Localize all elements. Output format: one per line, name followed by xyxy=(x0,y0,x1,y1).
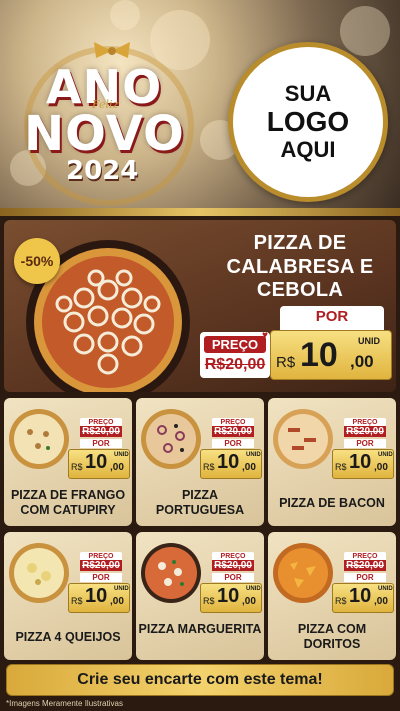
por-label: POR xyxy=(344,573,386,582)
old-price: R$20,00 xyxy=(212,426,254,437)
currency-symbol: R$ xyxy=(276,354,296,371)
new-price-integer: 10 xyxy=(349,451,372,473)
doritos-pizza-image xyxy=(273,543,333,603)
product-card[interactable]: PREÇO R$20,00 POR R$ 10 ,00 UNID PIZZA P… xyxy=(136,398,264,526)
currency-symbol: R$ xyxy=(71,462,83,472)
ribbon-bow-icon xyxy=(94,42,130,58)
title-year: 2024 xyxy=(66,156,139,186)
marguerita-pizza-image xyxy=(141,543,201,603)
header-banner: ANO Feliz NOVO 2024 SUA LOGO AQUI xyxy=(0,0,400,210)
quatro-queijos-pizza-image xyxy=(9,543,69,603)
title-novo: NOVO xyxy=(24,106,185,162)
product-name: PIZZA PORTUGUESA xyxy=(155,488,245,517)
featured-product-name: PIZZA DE CALABRESA E CEBOLA xyxy=(210,232,390,303)
portuguesa-pizza-image xyxy=(141,409,201,469)
old-price: R$20,00 xyxy=(344,426,386,437)
preco-label: PREÇO xyxy=(344,418,386,426)
logo-line-2: LOGO xyxy=(266,106,350,138)
por-label: POR xyxy=(212,439,254,448)
product-name: PIZZA DE FRANGO COM CATUPIRY xyxy=(10,488,126,517)
unit-label: UNID xyxy=(114,586,129,592)
unit-label: UNID xyxy=(114,452,129,458)
featured-product[interactable]: -50% PIZZA DE CALABRESA E CEBOLA PREÇO R… xyxy=(4,220,396,392)
new-price-integer: 10 xyxy=(300,336,338,374)
logo-line-1: SUA xyxy=(284,80,332,106)
currency-symbol: R$ xyxy=(335,462,347,472)
price-tag: PREÇO R$20,00 POR R$ 10 ,00 UNID xyxy=(200,552,262,614)
gold-divider xyxy=(0,208,400,216)
price-tag: PREÇO R$20,00 POR R$ 10 ,00 UNID xyxy=(332,552,394,614)
new-price-decimal: ,00 xyxy=(110,596,124,607)
new-price-integer: 10 xyxy=(217,451,240,473)
por-label: POR xyxy=(80,573,122,582)
unit-label: UNID xyxy=(246,586,261,592)
new-year-title: ANO Feliz NOVO 2024 xyxy=(18,40,198,206)
por-label: POR xyxy=(315,308,349,325)
price-tag: PREÇO R$20,00 POR R$ 10 ,00 UNID xyxy=(68,552,130,614)
logo-placeholder[interactable]: SUA LOGO AQUI xyxy=(228,42,388,202)
currency-symbol: R$ xyxy=(71,596,83,606)
old-price: R$20,00 xyxy=(80,560,122,571)
por-label: POR xyxy=(80,439,122,448)
product-card[interactable]: PREÇO R$20,00 POR R$ 10 ,00 UNID PIZZA M… xyxy=(136,532,264,660)
product-card[interactable]: PREÇO R$20,00 POR R$ 10 ,00 UNID PIZZA D… xyxy=(4,398,132,526)
featured-name-line: CALABRESA E xyxy=(226,255,374,278)
logo-line-3: AQUI xyxy=(280,136,336,162)
bacon-pizza-image xyxy=(273,409,333,469)
currency-symbol: R$ xyxy=(203,462,215,472)
unit-label: UNID xyxy=(246,452,261,458)
preco-label: PREÇO xyxy=(80,418,122,426)
cta-button[interactable]: Crie seu encarte com este tema! xyxy=(6,664,394,696)
price-tag: PREÇO R$20,00 POR R$ 10 ,00 UNID xyxy=(68,418,130,480)
preco-label: PREÇO xyxy=(212,418,254,426)
new-price-decimal: ,00 xyxy=(242,462,256,473)
disclaimer-footnote: *Imagens Meramente Ilustrativas xyxy=(6,699,123,708)
unit-label: UNID xyxy=(358,336,380,346)
por-label: POR xyxy=(344,439,386,448)
new-price-integer: 10 xyxy=(349,585,372,607)
product-name: PIZZA 4 QUEIJOS xyxy=(15,630,121,644)
frango-pizza-image xyxy=(9,409,69,469)
bokeh-light xyxy=(110,0,140,30)
preco-label: PREÇO xyxy=(212,552,254,560)
product-name: PIZZA MARGUERITA xyxy=(138,622,262,636)
heart-icon: ♥ xyxy=(262,330,268,341)
new-price-decimal: ,00 xyxy=(374,596,388,607)
new-price-decimal: ,00 xyxy=(350,352,374,371)
preco-label: PREÇO xyxy=(204,336,266,353)
old-price: R$20,00 xyxy=(344,560,386,571)
featured-name-line: CEBOLA xyxy=(256,279,344,302)
new-price-decimal: ,00 xyxy=(242,596,256,607)
product-name: PIZZA COM DORITOS xyxy=(297,622,367,651)
new-price-integer: 10 xyxy=(217,585,240,607)
discount-badge: -50% xyxy=(14,238,60,284)
old-price: R$20,00 xyxy=(212,560,254,571)
featured-name-line: PIZZA DE xyxy=(253,232,347,254)
old-price: R$20,00 xyxy=(204,356,266,373)
featured-price-tag: PREÇO R$20,00 POR ♥ R$ 10 ,00 UNID xyxy=(200,306,392,390)
price-tag: PREÇO R$20,00 POR R$ 10 ,00 UNID xyxy=(200,418,262,480)
price-tag: PREÇO R$20,00 POR R$ 10 ,00 UNID xyxy=(332,418,394,480)
currency-symbol: R$ xyxy=(335,596,347,606)
new-price-integer: 10 xyxy=(85,585,108,607)
new-price-decimal: ,00 xyxy=(374,462,388,473)
por-label: POR xyxy=(212,573,254,582)
product-card[interactable]: PREÇO R$20,00 POR R$ 10 ,00 UNID PIZZA C… xyxy=(268,532,396,660)
product-grid: PREÇO R$20,00 POR R$ 10 ,00 UNID PIZZA D… xyxy=(4,398,396,660)
preco-label: PREÇO xyxy=(344,552,386,560)
new-price-decimal: ,00 xyxy=(110,462,124,473)
unit-label: UNID xyxy=(378,586,393,592)
product-card[interactable]: PREÇO R$20,00 POR R$ 10 ,00 UNID PIZZA 4… xyxy=(4,532,132,660)
product-card[interactable]: PREÇO R$20,00 POR R$ 10 ,00 UNID PIZZA D… xyxy=(268,398,396,526)
preco-label: PREÇO xyxy=(80,552,122,560)
new-price-integer: 10 xyxy=(85,451,108,473)
currency-symbol: R$ xyxy=(203,596,215,606)
bokeh-light xyxy=(340,6,390,56)
unit-label: UNID xyxy=(378,452,393,458)
old-price: R$20,00 xyxy=(80,426,122,437)
product-name: PIZZA DE BACON xyxy=(279,496,385,510)
